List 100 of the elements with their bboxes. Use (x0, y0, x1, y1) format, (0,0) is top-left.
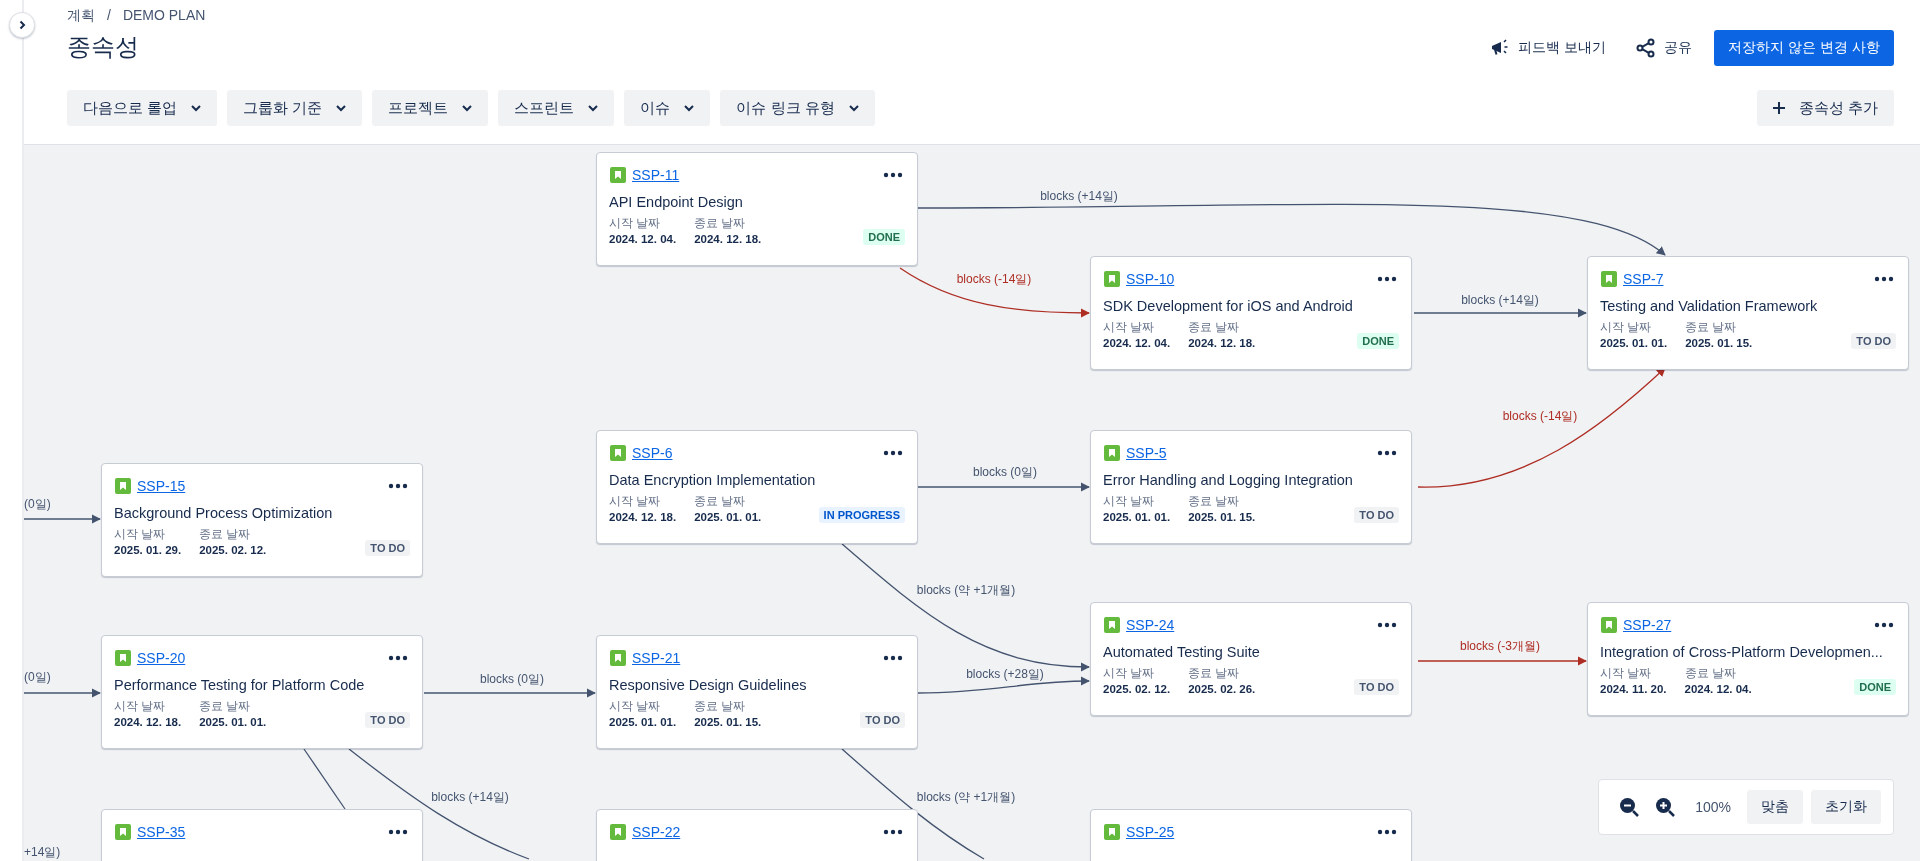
issue-key-link[interactable]: SSP-7 (1623, 271, 1664, 287)
status-lozenge: IN PROGRESS (818, 507, 905, 523)
status-lozenge: TO DO (1851, 333, 1896, 349)
issue-key-link[interactable]: SSP-5 (1126, 445, 1167, 461)
filter-dropdown[interactable]: 이슈 (624, 90, 711, 126)
more-icon (1874, 622, 1894, 628)
more-button[interactable] (1872, 274, 1896, 284)
reset-button[interactable]: 초기화 (1811, 790, 1881, 824)
filter-dropdown[interactable]: 이슈 링크 유형 (720, 90, 875, 126)
filter-dropdown[interactable]: 그룹화 기준 (227, 90, 363, 126)
date-value: 2025. 01. 01. (1103, 511, 1171, 523)
more-button[interactable] (386, 653, 410, 663)
feedback-button[interactable]: 피드백 보내기 (1482, 32, 1615, 64)
link-label: blocks (+14일) (431, 789, 509, 806)
share-button[interactable]: 공유 (1628, 32, 1701, 64)
chevron-down-icon (684, 104, 695, 112)
issue-key-link[interactable]: SSP-20 (137, 650, 186, 666)
issue-key-link[interactable]: SSP-11 (632, 167, 680, 183)
connector-line (303, 748, 346, 810)
issue-key-link[interactable]: SSP-15 (137, 478, 186, 494)
issue-key-link[interactable]: SSP-35 (137, 824, 186, 840)
date-label: 시작 날짜 (1600, 666, 1653, 681)
more-icon (388, 483, 408, 489)
issue-key-link[interactable]: SSP-10 (1126, 271, 1175, 287)
issue-title: Error Handling and Logging Integration (1103, 472, 1354, 488)
more-icon (1377, 829, 1397, 835)
date-label: 종료 날짜 (1188, 666, 1241, 681)
issue-title: API Endpoint Design (609, 194, 744, 210)
more-button[interactable] (881, 170, 905, 180)
date-label: 종료 날짜 (1685, 320, 1738, 335)
more-button[interactable] (1375, 620, 1399, 630)
link-label: blocks (-3개월) (1460, 638, 1540, 655)
date-label: 종료 날짜 (694, 216, 747, 231)
more-button[interactable] (1375, 274, 1399, 284)
date-value: 2025. 02. 12. (1103, 683, 1171, 695)
date-label: 종료 날짜 (694, 494, 747, 509)
filter-dropdown[interactable]: 스프린트 (498, 90, 615, 126)
more-button[interactable] (1872, 620, 1896, 630)
issue-title: Automated Testing Suite (1103, 644, 1261, 660)
more-icon (1377, 450, 1397, 456)
bookmark-icon (115, 824, 131, 840)
bookmark-icon (610, 650, 626, 666)
more-button[interactable] (881, 653, 905, 663)
bookmark-icon (1104, 824, 1120, 840)
bookmark-icon (115, 478, 131, 494)
more-icon (1377, 622, 1397, 628)
date-value: 2024. 12. 18. (694, 233, 762, 245)
date-label: 종료 날짜 (199, 699, 252, 714)
date-label: 종료 날짜 (1188, 320, 1241, 335)
chevron-down-icon (191, 104, 202, 112)
more-icon (388, 655, 408, 661)
issue-key-link[interactable]: SSP-22 (632, 824, 681, 840)
issue-title: Data Encryption Implementation (609, 472, 817, 488)
add-dependency-button[interactable]: 종속성 추가 (1756, 90, 1894, 126)
date-label: 시작 날짜 (609, 216, 662, 231)
date-label: 종료 날짜 (694, 699, 747, 714)
more-button[interactable] (881, 448, 905, 458)
chevron-down-icon (848, 104, 859, 112)
date-value: 2025. 01. 01. (199, 716, 267, 728)
chevron-down-icon (588, 104, 599, 112)
date-value: 2024. 12. 04. (1103, 337, 1171, 349)
zoom-percentage: 100% (1695, 799, 1731, 815)
date-value: 2024. 12. 18. (114, 716, 182, 728)
filter-dropdown[interactable]: 프로젝트 (372, 90, 489, 126)
filter-dropdown[interactable]: 다음으로 롤업 (67, 90, 218, 126)
more-button[interactable] (1375, 448, 1399, 458)
fit-button[interactable]: 맞춤 (1747, 790, 1803, 824)
status-lozenge: TO DO (1354, 679, 1399, 695)
bookmark-icon (610, 824, 626, 840)
breadcrumb-link[interactable]: 계획 (67, 7, 95, 25)
more-icon (1377, 276, 1397, 282)
status-lozenge: TO DO (860, 712, 905, 728)
more-button[interactable] (386, 827, 410, 837)
date-label: 종료 날짜 (1188, 494, 1241, 509)
date-value: 2025. 02. 26. (1188, 683, 1256, 695)
bookmark-icon (115, 650, 131, 666)
bookmark-icon (1601, 617, 1617, 633)
more-button[interactable] (1375, 827, 1399, 837)
link-label: +14일) (24, 844, 61, 861)
link-label: blocks (-14일) (1502, 408, 1578, 425)
bookmark-icon (1104, 271, 1120, 287)
issue-key-link[interactable]: SSP-21 (632, 650, 681, 666)
date-label: 종료 날짜 (1684, 666, 1737, 681)
date-label: 시작 날짜 (114, 527, 167, 542)
issue-key-link[interactable]: SSP-25 (1126, 824, 1175, 840)
save-changes-button[interactable]: 저장하지 않은 변경 사항 (1714, 30, 1894, 66)
bookmark-icon (1601, 271, 1617, 287)
issue-key-link[interactable]: SSP-24 (1126, 617, 1175, 633)
link-label: blocks (0일) (480, 671, 544, 688)
expand-sidebar-button[interactable] (9, 12, 35, 38)
date-value: 2025. 01. 29. (114, 544, 182, 556)
more-icon (1874, 276, 1894, 282)
breadcrumb-link[interactable]: DEMO PLAN (122, 7, 206, 25)
more-button[interactable] (386, 481, 410, 491)
more-button[interactable] (881, 827, 905, 837)
issue-key-link[interactable]: SSP-27 (1623, 617, 1672, 633)
issue-title: Responsive Design Guidelines (609, 677, 808, 693)
link-label: (0일) (24, 669, 51, 686)
status-lozenge: DONE (1357, 333, 1399, 349)
issue-key-link[interactable]: SSP-6 (632, 445, 673, 461)
